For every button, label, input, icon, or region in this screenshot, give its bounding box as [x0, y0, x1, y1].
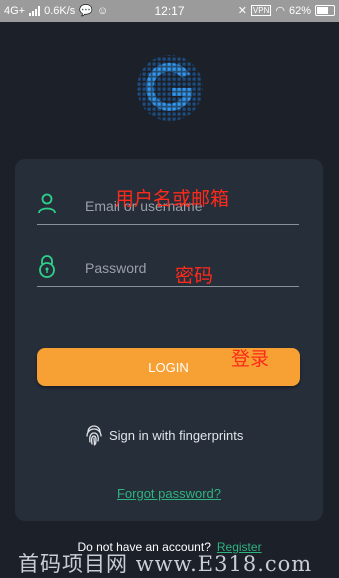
fingerprint-icon: [86, 425, 102, 446]
status-bar: 4G+ 0.6K/s 💬 ☺ 12:17 ✕ VPN ◠ 62%: [0, 0, 339, 22]
password-field[interactable]: [37, 254, 299, 287]
app-logo: [137, 55, 203, 121]
battery-level: 62%: [288, 4, 311, 17]
forgot-password-link[interactable]: Forgot password?: [15, 486, 323, 501]
user-icon: [38, 193, 56, 214]
vpn-badge: VPN: [250, 5, 272, 16]
fingerprint-label: Sign in with fingerprints: [109, 427, 244, 443]
annotation-login: 登录: [231, 348, 270, 370]
battery-icon: [315, 5, 335, 16]
mute-icon: ✕: [237, 5, 247, 17]
fingerprint-signin[interactable]: Sign in with fingerprints: [85, 424, 243, 446]
lock-icon: [39, 255, 55, 278]
annotation-password: 密码: [175, 265, 214, 287]
login-card: 用户名或邮箱 密码 LOGIN 登录 Sign in with fingerpr…: [15, 159, 323, 521]
watermark: 首码项目网 www.E318.com: [18, 552, 313, 576]
annotation-username: 用户名或邮箱: [115, 188, 230, 210]
status-right: ✕ VPN ◠ 62%: [238, 4, 335, 17]
wifi-icon: ◠: [275, 5, 285, 17]
